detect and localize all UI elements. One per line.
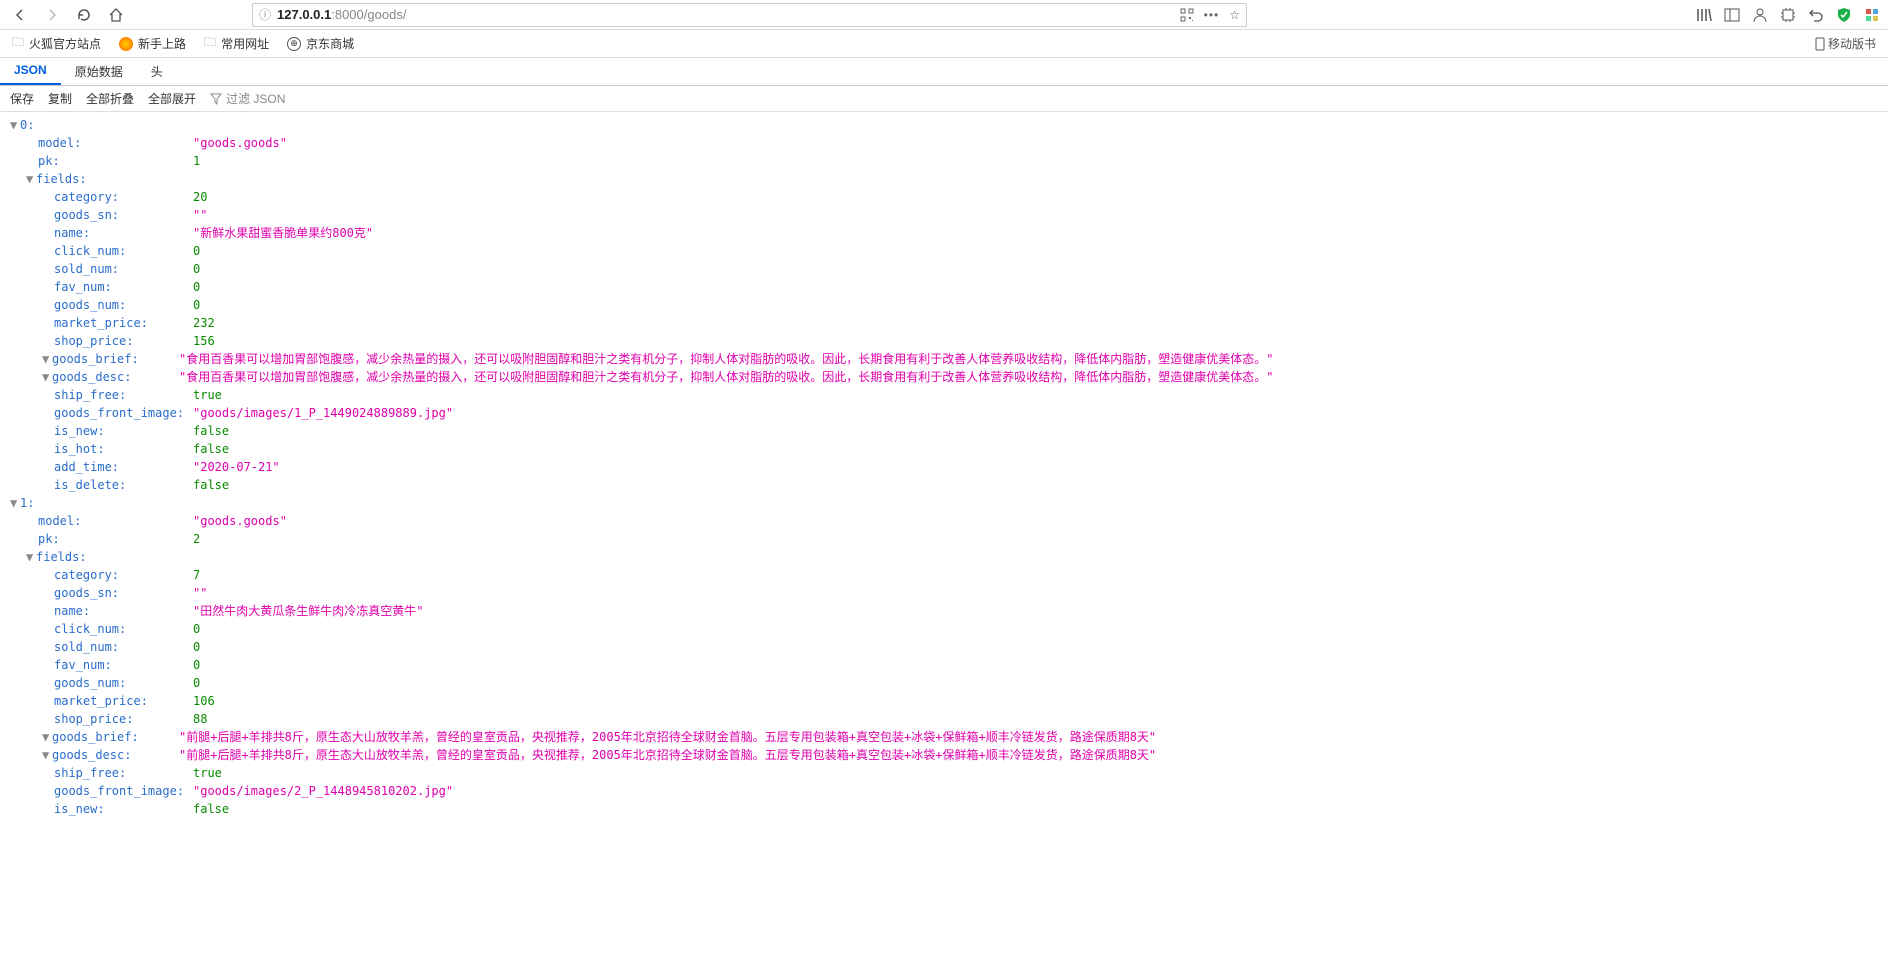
json-kv-row[interactable]: add_time:"2020-07-21" [10,458,1878,476]
json-kv-row[interactable]: pk:1 [10,152,1878,170]
action-collapse-all[interactable]: 全部折叠 [86,90,134,107]
json-kv-row[interactable]: fav_num:0 [10,278,1878,296]
json-kv-row[interactable]: goods_sn:"" [10,584,1878,602]
json-kv-row[interactable]: model:"goods.goods" [10,134,1878,152]
json-kv-row[interactable]: click_num:0 [10,242,1878,260]
json-kv-row[interactable]: goods_num:0 [10,296,1878,314]
json-kv-row[interactable]: model:"goods.goods" [10,512,1878,530]
action-save[interactable]: 保存 [10,90,34,107]
json-kv-row[interactable]: pk:2 [10,530,1878,548]
account-icon[interactable] [1752,7,1768,23]
json-kv-row[interactable]: goods_num:0 [10,674,1878,692]
forward-button[interactable] [40,3,64,27]
twisty-icon[interactable]: ▼ [42,746,52,764]
twisty-icon[interactable]: ▼ [42,350,52,368]
action-copy[interactable]: 复制 [48,90,72,107]
json-viewer-tabs: JSON 原始数据 头 [0,58,1888,86]
json-kv-row[interactable]: fav_num:0 [10,656,1878,674]
json-index-row[interactable]: ▼ 0: [10,116,1878,134]
firefox-icon [119,37,133,51]
info-icon[interactable]: ⓘ [259,6,271,23]
reload-button[interactable] [72,3,96,27]
json-kv-row[interactable]: ▼ goods_brief:"食用百香果可以增加胃部饱腹感，减少余热量的摄入，还… [10,350,1878,368]
json-kv-row[interactable]: is_new:false [10,800,1878,818]
action-expand-all[interactable]: 全部展开 [148,90,196,107]
extension-icon-2[interactable] [1864,7,1880,23]
bookmark-item[interactable]: 🗀 常用网址 [204,33,269,54]
library-icon[interactable] [1696,7,1712,23]
json-kv-row[interactable]: category:7 [10,566,1878,584]
json-kv-row[interactable]: sold_num:0 [10,638,1878,656]
extension-icon-1[interactable] [1780,7,1796,23]
json-kv-row[interactable]: name:"田然牛肉大黄瓜条生鲜牛肉冷冻真空黄牛" [10,602,1878,620]
json-kv-row[interactable]: click_num:0 [10,620,1878,638]
json-fields-row[interactable]: ▼ fields: [10,548,1878,566]
toolbar-right [1696,7,1880,23]
folder-icon: 🗀 [204,33,216,54]
json-kv-row[interactable]: shop_price:88 [10,710,1878,728]
json-kv-row[interactable]: goods_front_image:"goods/images/1_P_1449… [10,404,1878,422]
json-kv-row[interactable]: name:"新鲜水果甜蜜香脆单果约800克" [10,224,1878,242]
filter-input[interactable]: 过滤 JSON [210,90,285,107]
twisty-icon[interactable]: ▼ [42,728,52,746]
json-kv-row[interactable]: is_new:false [10,422,1878,440]
json-kv-row[interactable]: goods_sn:"" [10,206,1878,224]
jd-icon: ⊕ [287,37,301,51]
json-kv-row[interactable]: is_delete:false [10,476,1878,494]
json-kv-row[interactable]: ship_free:true [10,764,1878,782]
url-bar[interactable]: ⓘ 127.0.0.1:8000/goods/ ••• ☆ [252,3,1247,27]
bookmark-item[interactable]: 新手上路 [119,35,186,52]
bookmark-star-icon[interactable]: ☆ [1229,8,1240,22]
json-kv-row[interactable]: shop_price:156 [10,332,1878,350]
bookmarks-bar: 🗀 火狐官方站点 新手上路 🗀 常用网址 ⊕ 京东商城 移动版书 [0,30,1888,58]
json-index-row[interactable]: ▼ 1: [10,494,1878,512]
twisty-icon[interactable]: ▼ [42,368,52,386]
shield-icon[interactable] [1836,7,1852,23]
tab-headers[interactable]: 头 [137,58,177,85]
twisty-icon[interactable]: ▼ [26,170,36,188]
folder-icon: 🗀 [12,33,24,54]
json-kv-row[interactable]: ▼ goods_brief:"前腿+后腿+羊排共8斤，原生态大山放牧羊羔，曾经的… [10,728,1878,746]
json-kv-row[interactable]: sold_num:0 [10,260,1878,278]
json-kv-row[interactable]: ship_free:true [10,386,1878,404]
twisty-icon[interactable]: ▼ [10,494,20,512]
back-button[interactable] [8,3,32,27]
twisty-icon[interactable]: ▼ [26,548,36,566]
json-kv-row[interactable]: goods_front_image:"goods/images/2_P_1448… [10,782,1878,800]
json-toolbar: 保存 复制 全部折叠 全部展开 过滤 JSON [0,86,1888,112]
sidebar-icon[interactable] [1724,7,1740,23]
bookmark-item[interactable]: ⊕ 京东商城 [287,35,354,52]
undo-icon[interactable] [1808,7,1824,23]
json-kv-row[interactable]: market_price:106 [10,692,1878,710]
browser-toolbar: ⓘ 127.0.0.1:8000/goods/ ••• ☆ [0,0,1888,30]
home-button[interactable] [104,3,128,27]
url-text: 127.0.0.1:8000/goods/ [277,7,1180,22]
json-kv-row[interactable]: ▼ goods_desc:"前腿+后腿+羊排共8斤，原生态大山放牧羊羔，曾经的皇… [10,746,1878,764]
json-fields-row[interactable]: ▼ fields: [10,170,1878,188]
qr-icon[interactable] [1180,8,1194,22]
json-kv-row[interactable]: market_price:232 [10,314,1878,332]
json-kv-row[interactable]: category:20 [10,188,1878,206]
json-kv-row[interactable]: is_hot:false [10,440,1878,458]
tab-json[interactable]: JSON [0,58,61,85]
page-actions-icon[interactable]: ••• [1204,8,1220,22]
json-viewer: ▼ 0:model:"goods.goods"pk:1▼ fields:cate… [0,112,1888,822]
bookmark-item[interactable]: 🗀 火狐官方站点 [12,33,101,54]
tab-raw[interactable]: 原始数据 [61,58,137,85]
json-kv-row[interactable]: ▼ goods_desc:"食用百香果可以增加胃部饱腹感，减少余热量的摄入，还可… [10,368,1878,386]
twisty-icon[interactable]: ▼ [10,116,20,134]
mobile-view-button[interactable]: 移动版书 [1815,35,1876,52]
